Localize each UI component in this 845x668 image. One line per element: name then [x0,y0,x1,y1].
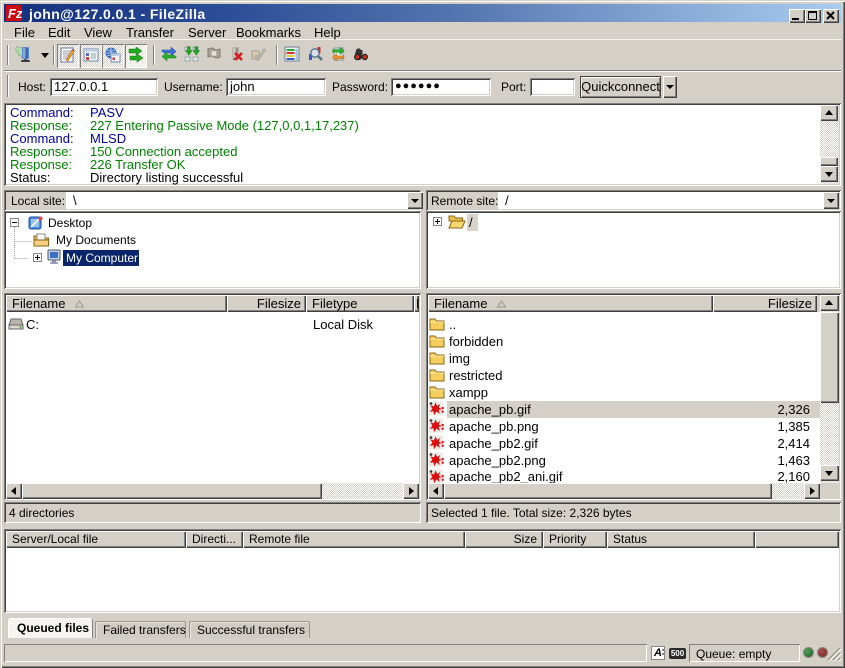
svg-text:Fz: Fz [8,6,22,21]
